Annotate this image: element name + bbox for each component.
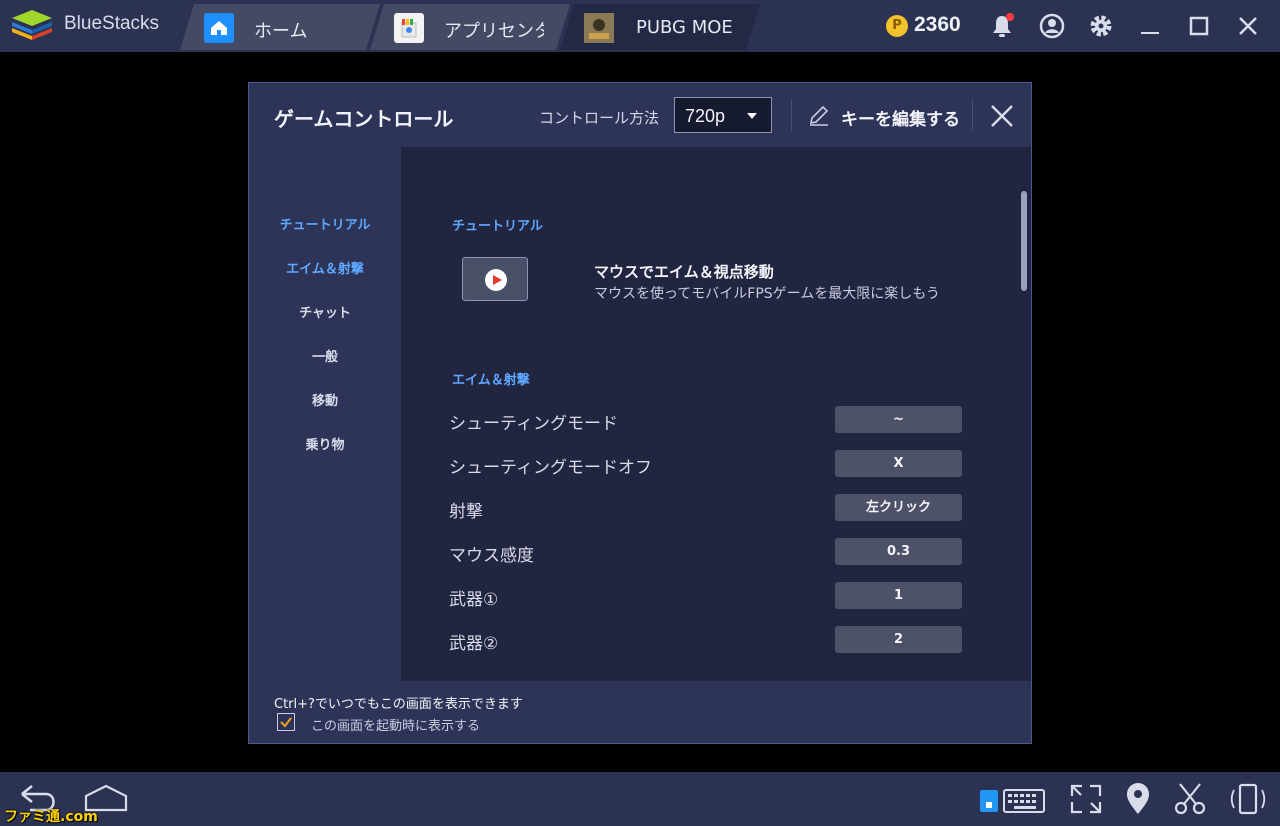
gear-icon[interactable] (1087, 12, 1115, 40)
section-title-aim: エイム＆射撃 (452, 373, 530, 388)
header-divider (791, 99, 792, 131)
edit-keys-label: キーを編集する (841, 110, 960, 130)
mouse-sensitivity-value[interactable]: 0.3 (835, 538, 962, 565)
sidebar-item-movement[interactable]: 移動 (249, 390, 401, 409)
account-icon[interactable] (1038, 12, 1066, 40)
mouse-sensitivity-label: マウス感度 (449, 546, 534, 566)
weapon-2-label: 武器② (449, 634, 499, 654)
fullscreen-icon[interactable] (1068, 782, 1104, 816)
tutorial-title: マウスでエイム＆視点移動 (594, 263, 774, 281)
location-icon[interactable] (1122, 782, 1154, 816)
minimize-icon[interactable] (1136, 12, 1164, 40)
dialog-content: チュートリアル マウスでエイム＆視点移動 マウスを使ってモバイルFPSゲームを最… (401, 147, 1031, 681)
close-icon[interactable] (989, 103, 1015, 129)
app-name: BlueStacks (64, 13, 160, 34)
weapon-1-key[interactable]: 1 (835, 582, 962, 609)
bluestacks-logo-icon (12, 10, 52, 40)
tutorial-subtitle: マウスを使ってモバイルFPSゲームを最大限に楽しもう (594, 286, 940, 302)
tab-pubg[interactable]: PUBG MOE (560, 4, 760, 50)
control-method-value: 720p (685, 106, 726, 126)
tab-home-label: ホーム (254, 21, 308, 42)
close-icon[interactable] (1234, 12, 1262, 40)
home-icon (204, 13, 234, 43)
coin-count: 2360 (914, 13, 961, 36)
tab-home[interactable]: ホーム (180, 4, 380, 50)
show-on-start-checkbox[interactable] (277, 713, 295, 731)
title-bar: BlueStacks ホーム アプリセンタ- PUBG MOE P 2360 (0, 0, 1280, 52)
bell-icon[interactable] (988, 12, 1016, 40)
shooting-mode-off-key[interactable]: X (835, 450, 962, 477)
sidebar-item-aim[interactable]: エイム＆射撃 (249, 258, 401, 277)
checkmark-icon (280, 717, 292, 728)
sidebar-item-chat[interactable]: チャット (249, 302, 401, 321)
dialog-header: ゲームコントロール コントロール方法 720p キーを編集する (249, 83, 1031, 147)
fire-key[interactable]: 左クリック (835, 494, 962, 521)
control-method-label: コントロール方法 (539, 109, 660, 127)
tab-app-center[interactable]: アプリセンタ- (370, 4, 570, 50)
coin-icon: P (886, 15, 908, 37)
watermark: ファミ通.com (4, 809, 98, 825)
rotate-device-icon[interactable] (1228, 782, 1268, 816)
edit-keys-button[interactable]: キーを編集する (807, 97, 960, 133)
sidebar-item-tutorial[interactable]: チュートリアル (249, 214, 401, 233)
sidebar-item-general[interactable]: 一般 (249, 346, 401, 365)
pubg-icon (584, 13, 614, 43)
play-icon (485, 269, 507, 291)
tab-app-center-label: アプリセンタ- (444, 21, 544, 42)
pencil-icon (809, 105, 829, 126)
scissors-icon[interactable] (1172, 782, 1208, 816)
section-title-tutorial: チュートリアル (452, 219, 543, 234)
fire-label: 射撃 (449, 502, 483, 522)
weapon-2-key[interactable]: 2 (835, 626, 962, 653)
tutorial-video-button[interactable] (462, 257, 528, 301)
shortcut-hint: Ctrl+?でいつでもこの画面を表示できます (274, 697, 523, 712)
chevron-down-icon (747, 113, 757, 119)
app-center-icon (394, 13, 424, 43)
shooting-mode-label: シューティングモード (449, 414, 618, 434)
keyboard-mode-icon[interactable] (978, 782, 1048, 816)
show-on-start-label: この画面を起動時に表示する (311, 719, 481, 734)
dialog-footer: Ctrl+?でいつでもこの画面を表示できます この画面を起動時に表示する (249, 681, 1031, 743)
shooting-mode-off-label: シューティングモードオフ (449, 458, 652, 478)
shooting-mode-key[interactable]: ~ (835, 406, 962, 433)
weapon-1-label: 武器① (449, 590, 499, 610)
scrollbar-thumb[interactable] (1021, 191, 1027, 291)
header-divider (972, 99, 973, 131)
dialog-title: ゲームコントロール (274, 107, 454, 131)
tab-pubg-label: PUBG MOE (636, 17, 732, 38)
control-method-select[interactable]: 720p (674, 97, 772, 133)
maximize-icon[interactable] (1185, 12, 1213, 40)
bottom-toolbar (0, 772, 1280, 826)
dialog-sidebar: チュートリアル エイム＆射撃 チャット 一般 移動 乗り物 (249, 147, 401, 681)
game-control-dialog: ゲームコントロール コントロール方法 720p キーを編集する チュートリアル … (248, 82, 1032, 744)
sidebar-item-vehicle[interactable]: 乗り物 (249, 434, 401, 453)
